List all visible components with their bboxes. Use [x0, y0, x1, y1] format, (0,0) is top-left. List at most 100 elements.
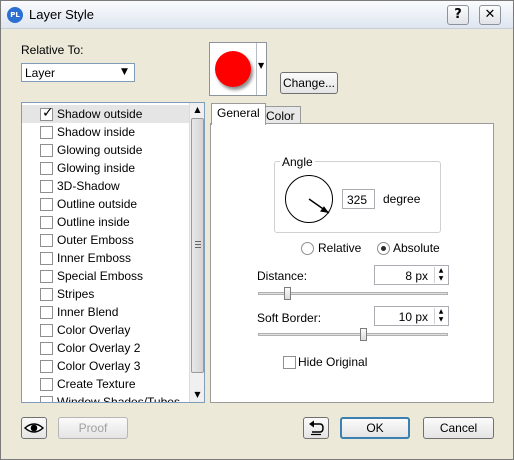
change-color-button[interactable]: Change... — [280, 72, 338, 94]
color-swatch — [215, 51, 251, 87]
spin-down-icon[interactable]: ▼ — [435, 316, 447, 324]
relative-label: Relative — [318, 241, 362, 255]
color-button-divider — [256, 43, 257, 95]
relative-to-value: Layer — [25, 66, 56, 80]
effect-label: Window Shades/Tubes — [57, 395, 180, 403]
radio-dot — [381, 246, 386, 251]
effect-checkbox[interactable] — [40, 324, 53, 337]
effect-checkbox[interactable]: ✓ — [40, 105, 54, 121]
title-bar: PL Layer Style ? ✕ — [1, 1, 513, 29]
scrollbar-thumb[interactable] — [191, 118, 204, 373]
relative-to-dropdown[interactable]: Layer ▼ — [21, 63, 135, 82]
list-item[interactable]: ✓ Shadow outside — [22, 105, 190, 123]
effect-checkbox[interactable] — [40, 198, 53, 211]
list-item[interactable]: Inner Blend — [22, 303, 190, 321]
tab-general[interactable]: General — [211, 103, 266, 125]
relative-radio[interactable] — [301, 242, 314, 255]
soft-border-slider-thumb[interactable] — [359, 328, 367, 341]
eye-icon — [23, 423, 45, 433]
distance-slider-thumb[interactable] — [283, 287, 291, 300]
list-item[interactable]: Window Shades/Tubes — [22, 393, 190, 403]
soft-border-input[interactable]: 10 px ▲ ▼ — [374, 306, 449, 326]
effect-checkbox[interactable] — [40, 288, 53, 301]
spin-down-icon[interactable]: ▼ — [435, 275, 447, 283]
effect-label: Outline outside — [57, 197, 138, 211]
list-item[interactable]: Stripes — [22, 285, 190, 303]
scroll-up-icon[interactable]: ▲ — [190, 103, 204, 117]
distance-input[interactable]: 8 px ▲ ▼ — [374, 265, 449, 285]
spin-up-icon[interactable]: ▲ — [435, 308, 447, 316]
dropdown-arrow-icon[interactable]: ▼ — [258, 61, 264, 70]
effect-label: Shadow inside — [57, 125, 136, 139]
soft-border-value: 10 px — [398, 310, 428, 324]
angle-dial[interactable] — [285, 175, 333, 223]
soft-border-spinner[interactable]: ▲ ▼ — [434, 308, 447, 324]
list-item[interactable]: 3D-Shadow — [22, 177, 190, 195]
scroll-down-icon[interactable]: ▼ — [190, 388, 204, 402]
list-item[interactable]: Outer Emboss — [22, 231, 190, 249]
reset-button[interactable] — [303, 417, 329, 439]
effect-label: 3D-Shadow — [57, 179, 120, 193]
effect-label: Special Emboss — [57, 269, 144, 283]
effect-checkbox[interactable] — [40, 378, 53, 391]
effects-scrollbar[interactable]: ▲ ▼ — [189, 103, 204, 402]
angle-needle-icon — [308, 198, 330, 214]
effect-label: Color Overlay — [57, 323, 131, 337]
list-item[interactable]: Outline inside — [22, 213, 190, 231]
hide-original-checkbox[interactable] — [283, 356, 296, 369]
effect-checkbox[interactable] — [40, 342, 53, 355]
soft-border-slider-track[interactable] — [258, 333, 448, 336]
effect-checkbox[interactable] — [40, 126, 53, 139]
effect-checkbox[interactable] — [40, 144, 53, 157]
list-item[interactable]: Special Emboss — [22, 267, 190, 285]
list-item[interactable]: Color Overlay — [22, 321, 190, 339]
effect-label: Outline inside — [57, 215, 130, 229]
effect-checkbox[interactable] — [40, 396, 53, 402]
effect-checkbox[interactable] — [40, 306, 53, 319]
list-item[interactable]: Shadow inside — [22, 123, 190, 141]
distance-value: 8 px — [405, 269, 428, 283]
effect-checkbox[interactable] — [40, 270, 53, 283]
effect-label: Inner Blend — [57, 305, 119, 319]
close-button[interactable]: ✕ — [479, 5, 501, 25]
cancel-button[interactable]: Cancel — [423, 417, 494, 439]
angle-input[interactable]: 325 — [342, 189, 375, 209]
relative-to-label: Relative To: — [21, 43, 84, 57]
absolute-radio[interactable] — [377, 242, 390, 255]
effect-label: Glowing outside — [57, 143, 143, 157]
grip-icon — [195, 241, 201, 248]
effect-checkbox[interactable] — [40, 180, 53, 193]
effect-label: Inner Emboss — [57, 251, 132, 265]
effect-checkbox[interactable] — [40, 216, 53, 229]
effect-label: Create Texture — [57, 377, 136, 391]
effect-checkbox[interactable] — [40, 234, 53, 247]
ok-button[interactable]: OK — [340, 417, 410, 439]
list-item[interactable]: Glowing outside — [22, 141, 190, 159]
list-item[interactable]: Create Texture — [22, 375, 190, 393]
effect-label: Glowing inside — [57, 161, 136, 175]
effect-label: Shadow outside — [57, 107, 143, 121]
list-item[interactable]: Color Overlay 2 — [22, 339, 190, 357]
effect-label: Stripes — [57, 287, 95, 301]
window-title: Layer Style — [29, 7, 95, 22]
checkmark-icon: ✓ — [42, 105, 54, 121]
list-item[interactable]: Glowing inside — [22, 159, 190, 177]
list-item[interactable]: Color Overlay 3 — [22, 357, 190, 375]
effects-list: ✓ Shadow outside Shadow inside Glowing outs… — [21, 102, 205, 403]
list-item[interactable]: Outline outside — [22, 195, 190, 213]
effect-checkbox[interactable] — [40, 252, 53, 265]
soft-border-label: Soft Border: — [257, 311, 322, 325]
color-picker-button[interactable]: ▼ — [209, 42, 267, 96]
undo-icon — [309, 420, 324, 436]
spin-up-icon[interactable]: ▲ — [435, 267, 447, 275]
distance-label: Distance: — [257, 269, 308, 283]
proof-button[interactable]: Proof — [58, 417, 128, 439]
help-button[interactable]: ? — [447, 5, 469, 25]
effect-checkbox[interactable] — [40, 360, 53, 373]
preview-toggle-button[interactable] — [21, 417, 47, 439]
list-item[interactable]: Inner Emboss — [22, 249, 190, 267]
absolute-label: Absolute — [393, 241, 440, 255]
layer-style-dialog: PL Layer Style ? ✕ Relative To: Layer ▼ … — [0, 0, 514, 460]
effect-checkbox[interactable] — [40, 162, 53, 175]
distance-spinner[interactable]: ▲ ▼ — [434, 267, 447, 283]
